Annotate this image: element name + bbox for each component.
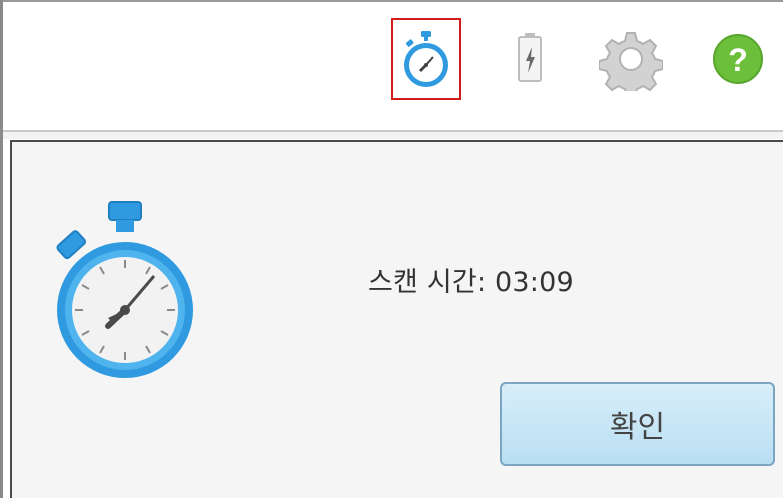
- toolbar-divider: [3, 0, 783, 2]
- stopwatch-large-icon: [50, 200, 200, 394]
- ok-button[interactable]: 확인: [500, 382, 775, 466]
- gear-icon[interactable]: [596, 18, 666, 100]
- scan-time-text: 스캔 시간: 03:09: [368, 267, 574, 298]
- help-glyph: ?: [728, 42, 748, 78]
- top-toolbar: ?: [3, 0, 783, 132]
- scan-time-dialog: 스캔 시간: 03:09 확인: [10, 140, 783, 498]
- app-window: ? 스캔 시간: 03:09 확인: [0, 0, 783, 498]
- stopwatch-icon[interactable]: [391, 18, 461, 100]
- battery-charging-icon[interactable]: [495, 18, 565, 100]
- toolbar-gap: [3, 132, 783, 139]
- help-icon[interactable]: ?: [703, 18, 773, 100]
